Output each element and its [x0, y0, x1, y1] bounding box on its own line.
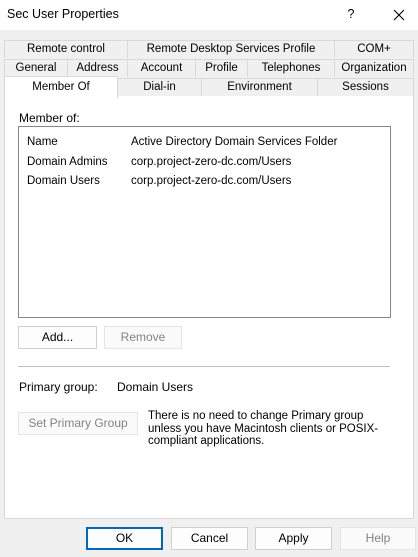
primary-group-label: Primary group:	[19, 380, 98, 394]
add-button[interactable]: Add...	[18, 326, 97, 349]
column-header-folder[interactable]: Active Directory Domain Services Folder	[131, 136, 337, 148]
member-of-list[interactable]: Name Active Directory Domain Services Fo…	[18, 126, 391, 318]
column-header-name[interactable]: Name	[27, 136, 58, 148]
tab-sessions[interactable]: Sessions	[317, 78, 414, 96]
help-button[interactable]: ?	[336, 0, 366, 30]
tab-remote-desktop-services-profile[interactable]: Remote Desktop Services Profile	[127, 40, 335, 58]
tab-environment[interactable]: Environment	[201, 78, 318, 96]
help-footer-button[interactable]: Help	[340, 527, 416, 550]
tab-dial-in[interactable]: Dial-in	[117, 78, 202, 96]
title-bar: Sec User Properties ?	[0, 0, 418, 30]
apply-button[interactable]: Apply	[255, 527, 332, 550]
tab-telephones[interactable]: Telephones	[247, 59, 335, 77]
window-title: Sec User Properties	[7, 7, 119, 21]
tab-remote-control[interactable]: Remote control	[4, 40, 128, 58]
close-button[interactable]	[381, 0, 418, 30]
set-primary-group-button[interactable]: Set Primary Group	[18, 412, 138, 435]
cancel-button[interactable]: Cancel	[171, 527, 248, 550]
remove-button[interactable]: Remove	[104, 326, 182, 349]
row-group-folder: corp.project-zero-dc.com/Users	[131, 156, 292, 168]
tab-com-plus[interactable]: COM+	[334, 40, 414, 58]
separator	[18, 366, 390, 367]
primary-group-value: Domain Users	[117, 380, 194, 394]
tab-general[interactable]: General	[4, 59, 68, 77]
tab-address[interactable]: Address	[67, 59, 128, 77]
tab-profile[interactable]: Profile	[195, 59, 248, 77]
primary-group-info-text: There is no need to change Primary group…	[148, 410, 379, 447]
member-of-label: Member of:	[19, 111, 80, 125]
tab-member-of[interactable]: Member Of	[4, 76, 118, 98]
ok-button[interactable]: OK	[86, 527, 163, 550]
row-group-folder: corp.project-zero-dc.com/Users	[131, 175, 292, 187]
row-group-name: Domain Users	[27, 175, 100, 187]
row-group-name: Domain Admins	[27, 156, 108, 168]
tab-account[interactable]: Account	[127, 59, 196, 77]
tab-organization[interactable]: Organization	[334, 59, 414, 77]
close-icon	[393, 9, 405, 21]
